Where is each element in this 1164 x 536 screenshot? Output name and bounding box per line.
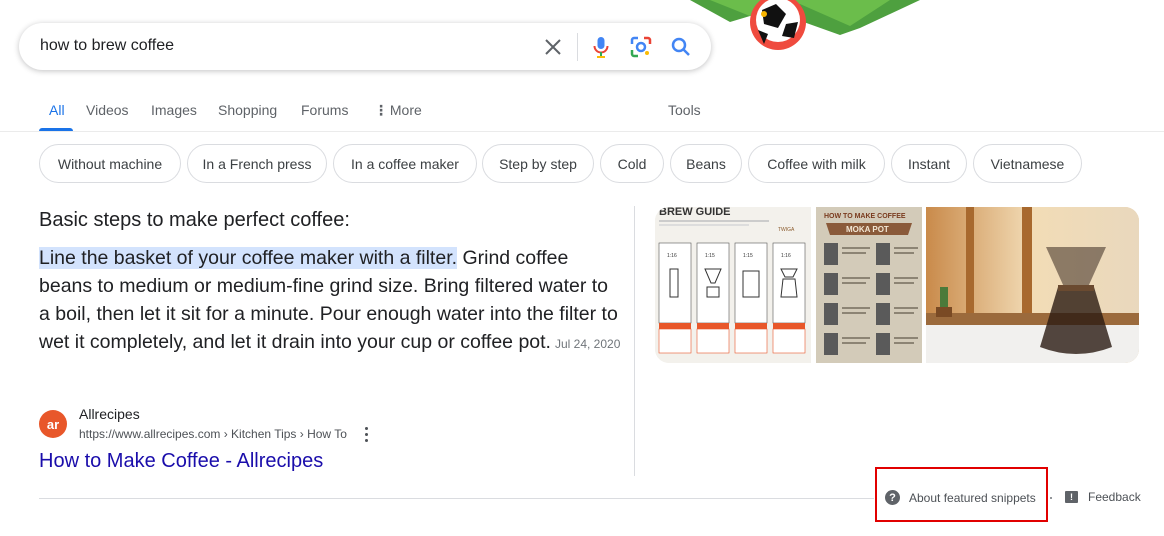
camera-lens-icon[interactable] [629, 35, 653, 59]
ratio-2: 1:15 [705, 253, 715, 259]
brew-guide-title: BREW GUIDE [659, 207, 731, 218]
microphone-icon[interactable] [589, 35, 613, 59]
result-title-link[interactable]: How to Make Coffee - Allrecipes [39, 450, 323, 473]
ratio-4: 1:16 [781, 253, 791, 259]
chip-step-by-step[interactable]: Step by step [482, 144, 594, 183]
search-box[interactable]: how to brew coffee [19, 23, 711, 70]
tab-images[interactable]: Images [151, 102, 197, 118]
tools-button[interactable]: Tools [668, 102, 701, 118]
chip-coffee-with-milk[interactable]: Coffee with milk [748, 144, 885, 183]
vertical-dots-icon: ⋮ [374, 102, 388, 118]
moka-subtitle: MOKA POT [846, 225, 889, 234]
tab-more-label: More [389, 102, 422, 118]
doodle-image[interactable] [690, 0, 920, 60]
tab-shopping[interactable]: Shopping [218, 102, 277, 118]
chip-instant[interactable]: Instant [891, 144, 967, 183]
feedback-label: Feedback [1088, 490, 1141, 504]
chip-vietnamese[interactable]: Vietnamese [973, 144, 1082, 183]
feedback-link[interactable]: ! Feedback [1065, 490, 1141, 504]
snippet-highlight: Line the basket of your coffee maker wit… [39, 247, 458, 269]
tab-all[interactable]: All [49, 102, 65, 118]
chip-coffee-maker[interactable]: In a coffee maker [333, 144, 477, 183]
chip-beans[interactable]: Beans [670, 144, 742, 183]
chip-french-press[interactable]: In a French press [187, 144, 327, 183]
allrecipes-favicon[interactable]: ar [39, 410, 67, 438]
brew-guide-brand: TWIGA [778, 227, 795, 233]
chip-cold[interactable]: Cold [600, 144, 664, 183]
moka-title: HOW TO MAKE COFFEE [824, 213, 906, 220]
moka-pot-image[interactable]: HOW TO MAKE COFFEE MOKA POT [816, 207, 922, 363]
more-options-icon[interactable] [360, 425, 372, 443]
feedback-icon: ! [1065, 491, 1078, 503]
snippet-body: Line the basket of your coffee maker wit… [39, 244, 624, 358]
tab-videos[interactable]: Videos [86, 102, 129, 118]
chip-without-machine[interactable]: Without machine [39, 144, 181, 183]
footer-separator [1050, 497, 1052, 499]
ratio-1: 1:16 [667, 253, 677, 259]
snippet-heading: Basic steps to make perfect coffee: [39, 209, 350, 231]
site-url[interactable]: https://www.allrecipes.com › Kitchen Tip… [79, 427, 347, 441]
help-icon: ? [885, 490, 900, 505]
search-input[interactable]: how to brew coffee [40, 37, 174, 55]
about-featured-snippets-link[interactable]: ? About featured snippets [885, 490, 1036, 505]
tab-more[interactable]: ⋮ More [374, 102, 422, 119]
result-divider [39, 498, 874, 499]
search-divider [577, 33, 578, 61]
snippet-date: Jul 24, 2020 [554, 337, 621, 351]
close-icon[interactable] [541, 35, 565, 59]
about-featured-snippets-label: About featured snippets [909, 490, 1036, 505]
site-name[interactable]: Allrecipes [79, 406, 140, 422]
pour-over-photo[interactable] [926, 207, 1139, 363]
tab-forums[interactable]: Forums [301, 102, 348, 118]
ratio-3: 1:15 [743, 253, 753, 259]
active-tab-indicator [39, 128, 73, 131]
search-tabs: All Videos Images Shopping Forums ⋮ More… [0, 98, 1164, 132]
snippet-divider [634, 206, 635, 476]
brew-guide-image[interactable]: BREW GUIDE TWIGA 1:16 1:15 1:15 1:16 [655, 207, 811, 363]
